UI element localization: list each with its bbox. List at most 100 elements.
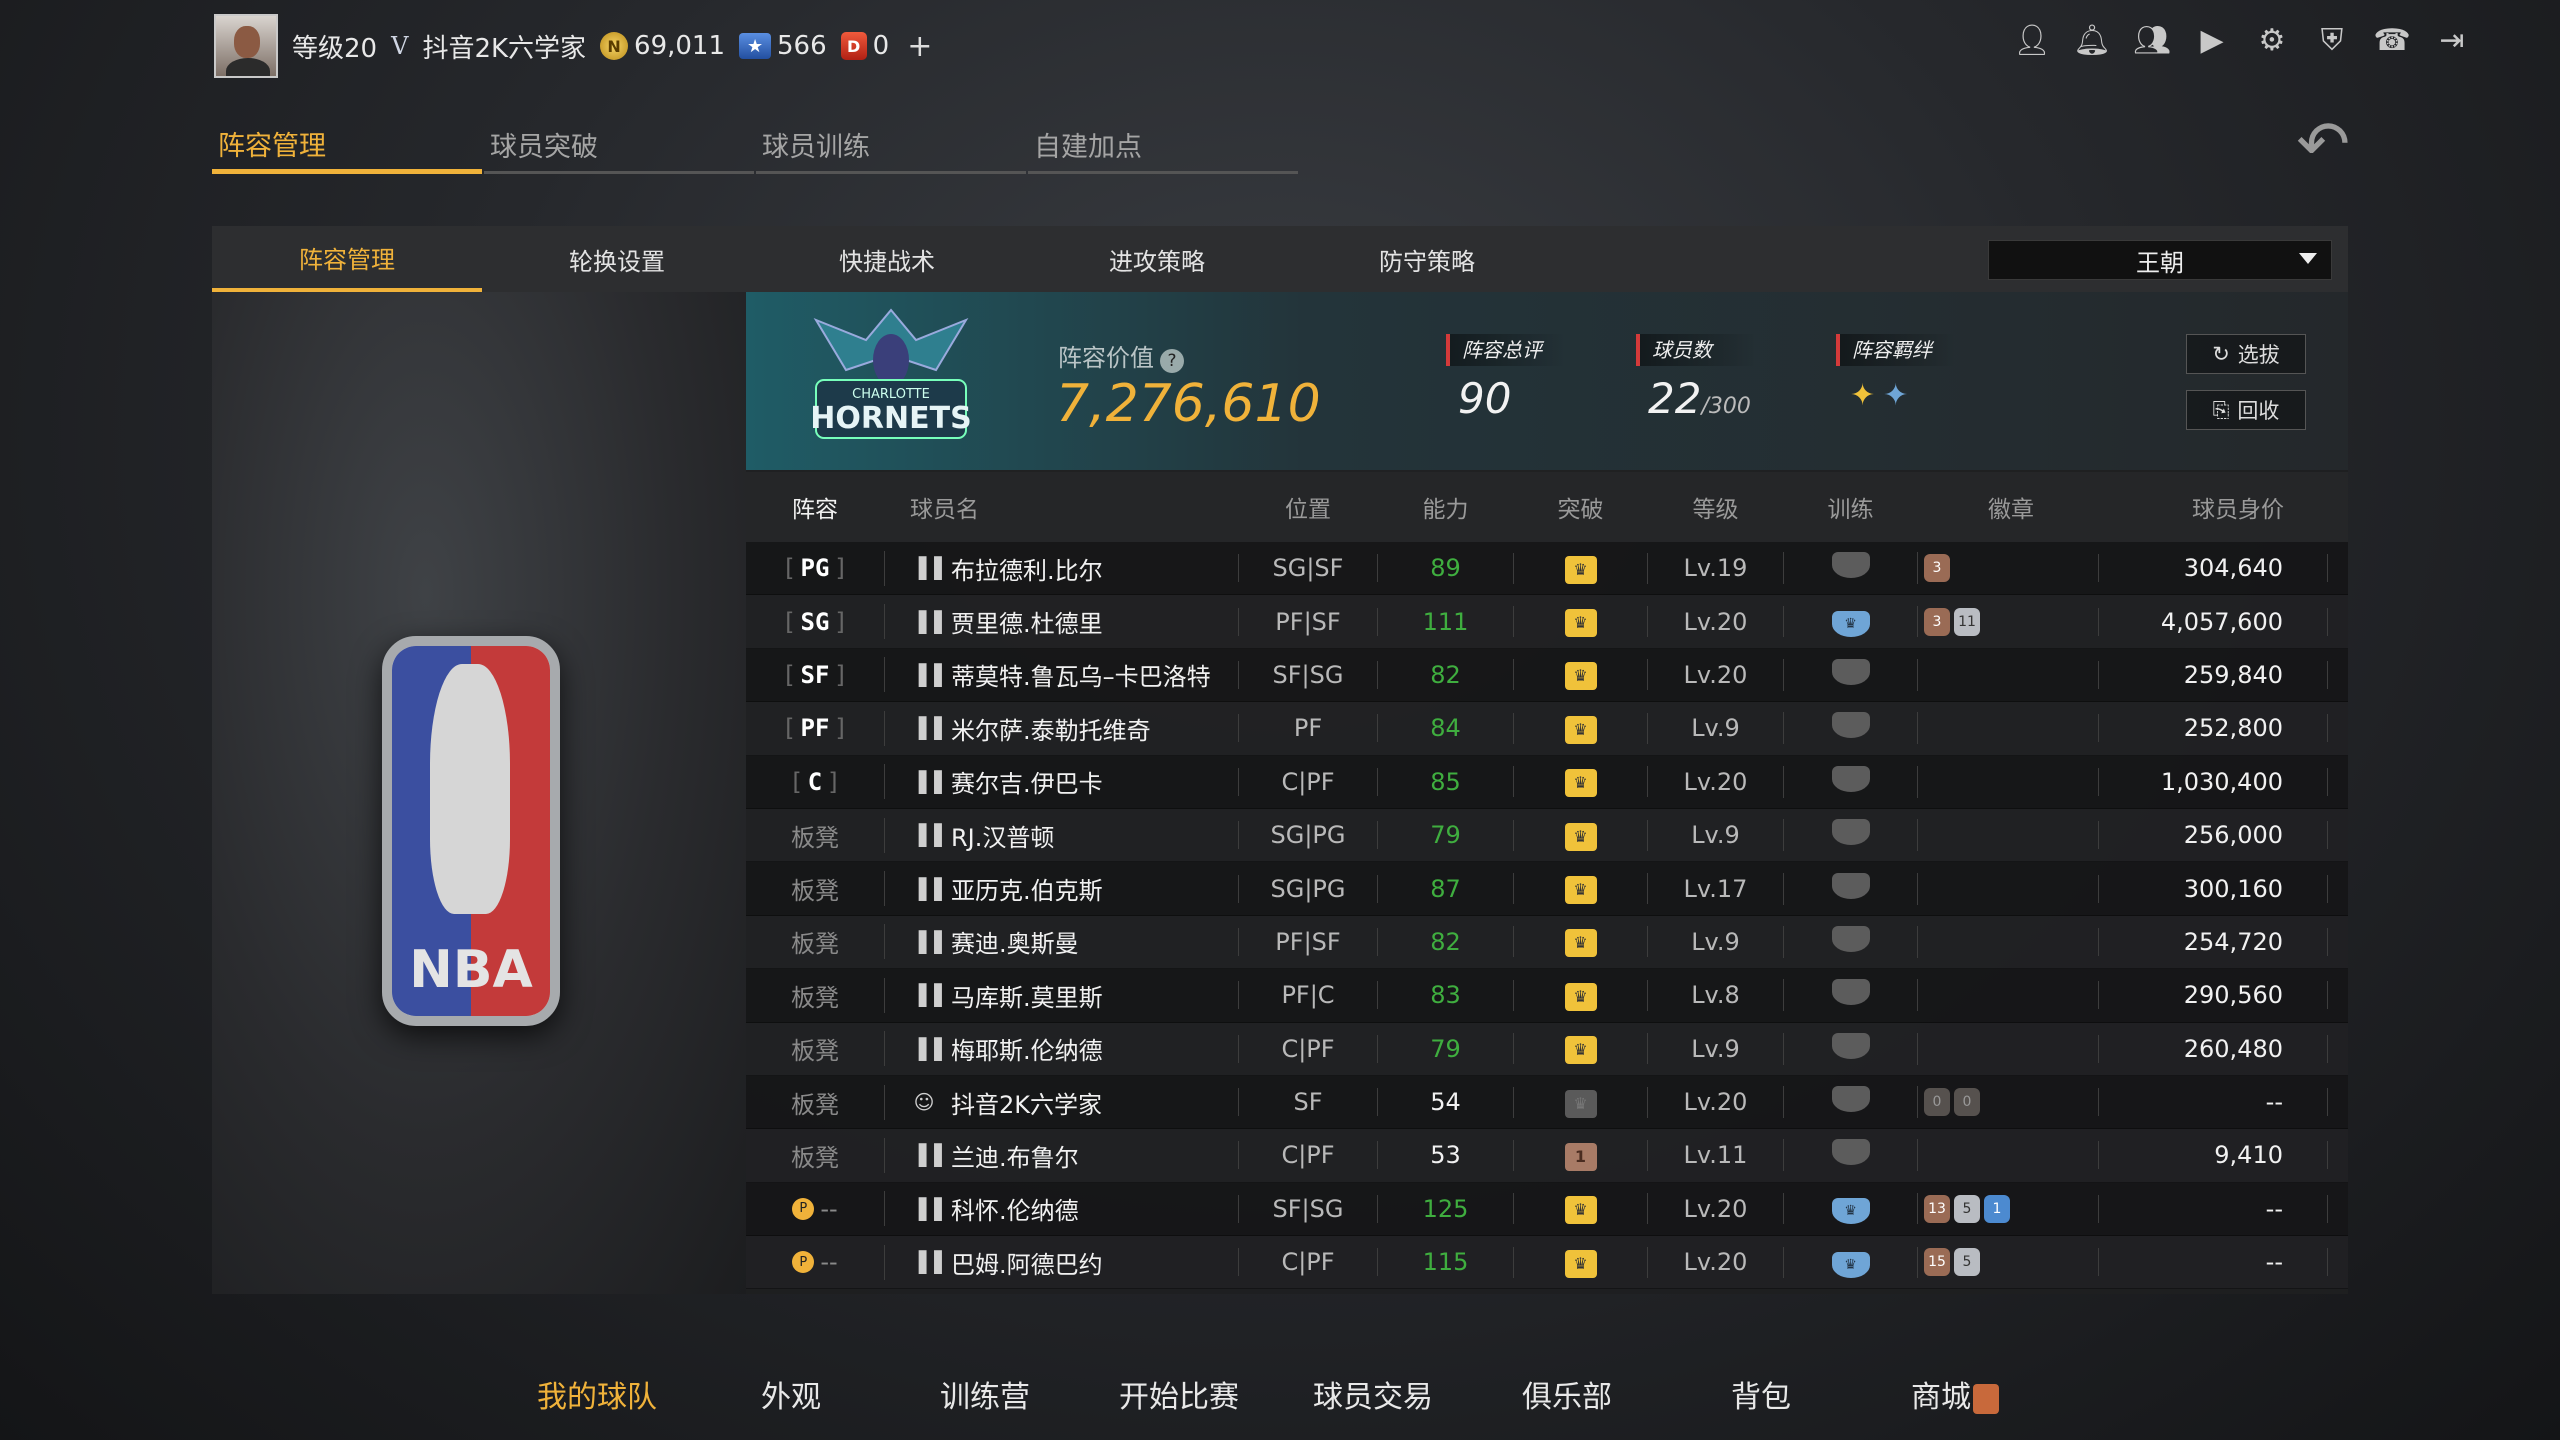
- recycle-button[interactable]: ⎘ 回收: [2186, 390, 2306, 430]
- nav-shop[interactable]: 商城: [1858, 1372, 2052, 1416]
- col-ability[interactable]: 能力: [1378, 490, 1513, 524]
- table-row[interactable]: 板凳 ▐▐ 赛迪.奥斯曼 PF|SF 82 ♛ Lv.9 254,720: [746, 915, 2348, 970]
- breakthrough-cell[interactable]: ♛: [1513, 1033, 1648, 1065]
- training-cell[interactable]: [1783, 979, 1918, 1012]
- table-row[interactable]: P -- ▐▐ 巴姆.阿德巴约 C|PF 115 ♛ Lv.20 ♛ 15 5 --: [746, 1236, 2348, 1290]
- lineup-cell[interactable]: 板凳: [746, 818, 884, 853]
- name-cell[interactable]: ▐▐ 梅耶斯.伦纳德: [884, 1031, 1238, 1067]
- subtab-defense[interactable]: 防守策略: [1292, 226, 1562, 292]
- nav-training-camp[interactable]: 训练营: [888, 1372, 1082, 1416]
- subtab-rotation[interactable]: 轮换设置: [482, 226, 752, 292]
- breakthrough-cell[interactable]: ♛: [1513, 1246, 1648, 1278]
- badge-icon[interactable]: 5: [1954, 1248, 1980, 1277]
- badge-icon[interactable]: 1: [1984, 1194, 2010, 1223]
- table-row[interactable]: 板凳 ▐▐ 兰迪.布鲁尔 C|PF 53 1 Lv.11 9,410: [746, 1129, 2348, 1183]
- lineup-cell[interactable]: 板凳: [746, 924, 884, 959]
- breakthrough-cell[interactable]: ♛: [1513, 1086, 1648, 1118]
- table-row[interactable]: [SG] ▐▐ 贾里德.杜德里 PF|SF 111 ♛ Lv.20 ♛ 3 11 4…: [746, 595, 2348, 649]
- name-cell[interactable]: ▐▐ 亚历克.伯克斯: [884, 871, 1238, 907]
- lineup-cell[interactable]: [PF]: [746, 714, 884, 742]
- nav-player-trade[interactable]: 球员交易: [1276, 1372, 1470, 1416]
- player-avatar[interactable]: [214, 14, 278, 78]
- breakthrough-cell[interactable]: ♛: [1513, 926, 1648, 958]
- table-row[interactable]: [C] ▐▐ 赛尔吉.伊巴卡 C|PF 85 ♛ Lv.20 1,030,400: [746, 755, 2348, 809]
- name-cell[interactable]: ▐▐ 贾里德.杜德里: [884, 604, 1238, 640]
- training-cell[interactable]: [1783, 819, 1918, 852]
- breakthrough-cell[interactable]: ♛: [1513, 606, 1648, 638]
- table-row[interactable]: 板凳 ☺ 抖音2K六学家 SF 54 ♛ Lv.20 00 --: [746, 1075, 2348, 1130]
- training-cell[interactable]: ♛: [1783, 1246, 1918, 1278]
- lineup-cell[interactable]: P --: [746, 1248, 884, 1276]
- name-cell[interactable]: ▐▐ 布拉德利.比尔: [884, 550, 1238, 586]
- help-icon[interactable]: ?: [1160, 349, 1184, 373]
- name-cell[interactable]: ▐▐ 蒂莫特.鲁瓦乌–卡巴洛特: [884, 657, 1238, 693]
- tab-custom-points[interactable]: 自建加点: [1028, 118, 1298, 174]
- lineup-cell[interactable]: [PG]: [746, 554, 884, 582]
- dynasty-dropdown[interactable]: 王朝: [1988, 240, 2332, 280]
- table-row[interactable]: 板凳 ▐▐ 马库斯.莫里斯 PF|C 83 ♛ Lv.8 290,560: [746, 969, 2348, 1023]
- bond-icons[interactable]: ✦ ✦: [1850, 378, 1956, 413]
- lineup-cell[interactable]: 板凳: [746, 978, 884, 1013]
- name-cell[interactable]: ▐▐ 巴姆.阿德巴约: [884, 1244, 1238, 1280]
- nav-start-game[interactable]: 开始比赛: [1082, 1372, 1276, 1416]
- subtab-offense[interactable]: 进攻策略: [1022, 226, 1292, 292]
- breakthrough-cell[interactable]: ♛: [1513, 552, 1648, 584]
- back-arrow-icon[interactable]: ↶: [2296, 108, 2350, 182]
- training-cell[interactable]: [1783, 872, 1918, 905]
- name-cell[interactable]: ▐▐ 科怀.伦纳德: [884, 1191, 1238, 1227]
- lineup-cell[interactable]: 板凳: [746, 871, 884, 906]
- table-row[interactable]: 板凳 ▐▐ 梅耶斯.伦纳德 C|PF 79 ♛ Lv.9 260,480: [746, 1022, 2348, 1076]
- badge-icon[interactable]: 0: [1924, 1088, 1950, 1117]
- breakthrough-cell[interactable]: ♛: [1513, 659, 1648, 691]
- profile-icon[interactable]: 👤︎: [2013, 22, 2051, 58]
- nav-club[interactable]: 俱乐部: [1470, 1372, 1664, 1416]
- table-row[interactable]: 板凳 ▐▐ RJ.汉普顿 SG|PG 79 ♛ Lv.9 256,000: [746, 808, 2348, 863]
- subtab-lineup[interactable]: 阵容管理: [212, 226, 482, 292]
- training-cell[interactable]: [1783, 765, 1918, 798]
- training-cell[interactable]: [1783, 658, 1918, 691]
- breakthrough-cell[interactable]: ♛: [1513, 712, 1648, 744]
- col-badges[interactable]: 徽章: [1918, 490, 2098, 524]
- col-lineup[interactable]: 阵容: [746, 490, 884, 524]
- lineup-cell[interactable]: [SG]: [746, 608, 884, 636]
- breakthrough-cell[interactable]: ♛: [1513, 819, 1648, 851]
- badge-icon[interactable]: 3: [1924, 554, 1950, 583]
- col-name[interactable]: 球员名: [884, 490, 1238, 524]
- tab-lineup-management[interactable]: 阵容管理: [212, 118, 482, 174]
- training-cell[interactable]: [1783, 925, 1918, 958]
- subtab-quick-tactics[interactable]: 快捷战术: [752, 226, 1022, 292]
- badge-icon[interactable]: 11: [1954, 607, 1980, 636]
- breakthrough-cell[interactable]: ♛: [1513, 766, 1648, 798]
- name-cell[interactable]: ▐▐ 米尔萨.泰勒托维奇: [884, 710, 1238, 746]
- headset-icon[interactable]: ☎: [2373, 22, 2410, 58]
- lineup-cell[interactable]: 板凳: [746, 1138, 884, 1173]
- badge-icon[interactable]: 0: [1954, 1088, 1980, 1117]
- table-row[interactable]: [PG] ▐▐ 布拉德利.比尔 SG|SF 89 ♛ Lv.19 3 304,64…: [746, 542, 2348, 596]
- name-cell[interactable]: ▐▐ 兰迪.布鲁尔: [884, 1137, 1238, 1173]
- video-icon[interactable]: ▶: [2194, 22, 2230, 58]
- lineup-cell[interactable]: 板凳: [746, 1085, 884, 1120]
- badge-icon[interactable]: 15: [1924, 1248, 1950, 1277]
- training-cell[interactable]: [1783, 1032, 1918, 1065]
- bond-blue-icon[interactable]: ✦: [1883, 378, 1908, 413]
- col-level[interactable]: 等级: [1648, 490, 1783, 524]
- lineup-cell[interactable]: [SF]: [746, 661, 884, 689]
- col-breakthrough[interactable]: 突破: [1513, 490, 1648, 524]
- training-cell[interactable]: ♛: [1783, 606, 1918, 638]
- exit-icon[interactable]: ⇥: [2434, 22, 2470, 58]
- col-position[interactable]: 位置: [1238, 490, 1378, 524]
- nav-my-team[interactable]: 我的球队: [500, 1372, 694, 1416]
- badge-icon[interactable]: 3: [1924, 607, 1950, 636]
- bond-gold-icon[interactable]: ✦: [1850, 378, 1875, 413]
- breakthrough-cell[interactable]: ♛: [1513, 873, 1648, 905]
- table-row[interactable]: [SF] ▐▐ 蒂莫特.鲁瓦乌–卡巴洛特 SF|SG 82 ♛ Lv.20 259…: [746, 648, 2348, 703]
- name-cell[interactable]: ▐▐ 赛迪.奥斯曼: [884, 924, 1238, 960]
- nav-backpack[interactable]: 背包: [1664, 1372, 1858, 1416]
- lineup-cell[interactable]: P --: [746, 1195, 884, 1223]
- table-row[interactable]: [PF] ▐▐ 米尔萨.泰勒托维奇 PF 84 ♛ Lv.9 252,800: [746, 702, 2348, 756]
- badge-icon[interactable]: 13: [1924, 1194, 1950, 1223]
- draft-button[interactable]: ↻ 选拔: [2186, 334, 2306, 374]
- nav-appearance[interactable]: 外观: [694, 1372, 888, 1416]
- add-currency-button[interactable]: +: [907, 29, 932, 64]
- bell-icon[interactable]: 🔔︎: [2073, 22, 2111, 58]
